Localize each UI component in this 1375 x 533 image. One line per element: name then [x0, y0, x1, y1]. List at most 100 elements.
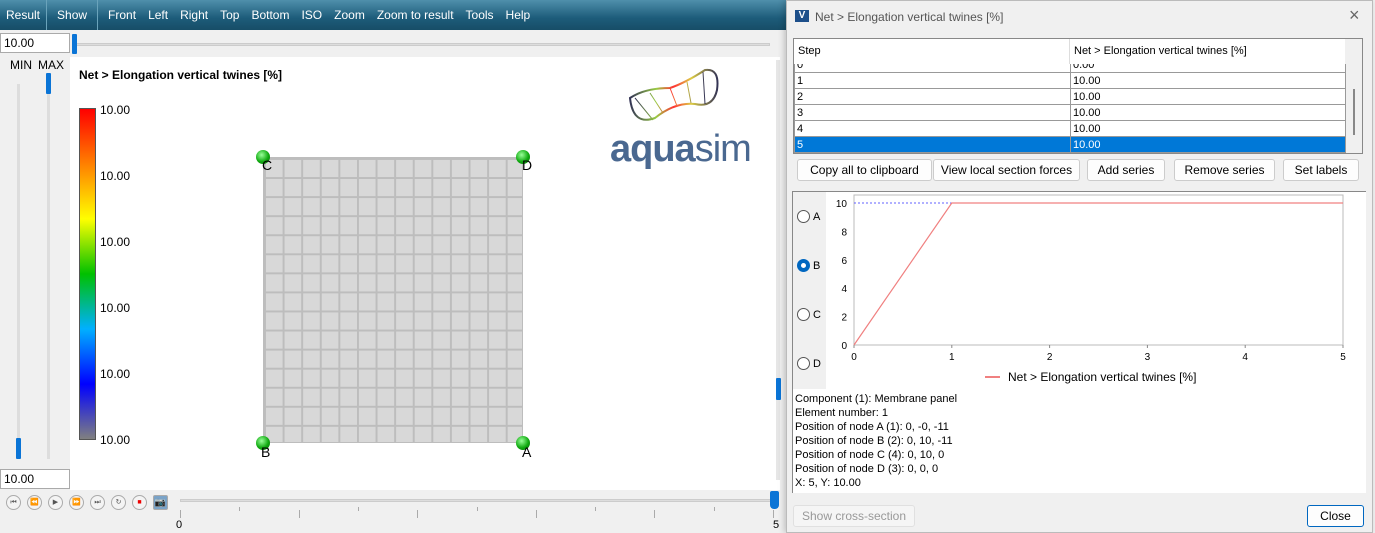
node-radio-group: A B C D [793, 192, 826, 389]
result-title: Net > Elongation vertical twines [%] [79, 68, 283, 82]
loop-icon[interactable]: ↻ [111, 495, 126, 510]
cell-step: 0 [794, 64, 1071, 73]
info-line: Component (1): Membrane panel [795, 393, 958, 405]
timeline-tick [476, 507, 478, 511]
cell-value: 10.00 [1070, 104, 1346, 121]
legend-value: 10.00 [100, 367, 131, 381]
timeline-start-label: 0 [176, 519, 183, 531]
record-icon[interactable]: ■ [132, 495, 147, 510]
rewind-icon[interactable]: ⏪ [27, 495, 42, 510]
x-tick-label: 5 [1340, 352, 1346, 363]
legend-value: 10.00 [100, 169, 131, 183]
info-line: Position of node A (1): 0, -0, -11 [795, 421, 949, 433]
play-icon[interactable]: ▶ [48, 495, 63, 510]
camera-icon[interactable]: 📷 [153, 495, 168, 510]
timeline-tick [298, 510, 300, 518]
radio-button[interactable] [797, 357, 810, 371]
cell-value: 10.00 [1070, 72, 1346, 89]
x-tick-label: 4 [1242, 352, 1248, 363]
table-row[interactable]: 0 0.00 [794, 64, 1346, 73]
timeline-tick [535, 510, 537, 518]
fast-forward-icon[interactable]: ⏩ [69, 495, 84, 510]
radio-c[interactable]: C [797, 307, 821, 322]
top-slider-track[interactable] [74, 43, 770, 46]
radio-button[interactable] [797, 259, 810, 273]
menu-help[interactable]: Help [500, 0, 537, 30]
min-slider-thumb[interactable] [16, 438, 21, 459]
table-body: 0 0.00 1 10.00 2 10.00 3 10.00 4 10.00 5 10.00 [794, 64, 1346, 153]
radio-button[interactable] [797, 308, 810, 322]
timeline-tick [239, 507, 241, 511]
node-label: C [262, 157, 273, 173]
column-header-value[interactable]: Net > Elongation vertical twines [%] [1070, 39, 1251, 64]
legend-value: 10.00 [100, 235, 131, 249]
node-label: A [522, 444, 532, 460]
menu-result[interactable]: Result [0, 0, 46, 30]
cell-step: 3 [794, 104, 1071, 121]
y-tick-label: 0 [841, 341, 847, 352]
cell-step: 1 [794, 72, 1071, 89]
column-header-step[interactable]: Step [794, 39, 1070, 64]
max-slider-thumb[interactable] [46, 73, 51, 94]
table-row[interactable]: 1 10.00 [794, 72, 1346, 89]
table-scrollbar[interactable] [1353, 89, 1355, 135]
close-icon[interactable]: × [1349, 5, 1360, 26]
color-legend-bar [79, 108, 96, 440]
radio-label: C [813, 309, 821, 321]
add-series-button[interactable]: Add series [1087, 159, 1165, 181]
min-label: MIN [10, 58, 32, 72]
timeline-tick [357, 507, 359, 511]
view-local-section-forces-button[interactable]: View local section forces [933, 159, 1080, 181]
show-cross-section-button[interactable]: Show cross-section [793, 505, 915, 527]
radio-label: D [813, 358, 821, 370]
app-icon: V [795, 10, 809, 22]
menu-iso[interactable]: ISO [295, 0, 328, 30]
radio-button[interactable] [797, 210, 810, 224]
playback-controls: ⏮ ⏪ ▶ ⏩ ⏭ ↻ ■ 📷 [6, 495, 168, 510]
max-slider-track[interactable] [47, 84, 50, 459]
radio-b[interactable]: B [797, 258, 820, 273]
set-labels-button[interactable]: Set labels [1283, 159, 1359, 181]
viewport-scrollbar[interactable] [776, 60, 780, 480]
close-button[interactable]: Close [1307, 505, 1364, 527]
radio-a[interactable]: A [797, 209, 821, 224]
legend-value: 10.00 [100, 103, 131, 117]
menu-tools[interactable]: Tools [460, 0, 500, 30]
copy-all-button[interactable]: Copy all to clipboard [797, 159, 932, 181]
menu-front[interactable]: Front [98, 0, 142, 30]
menu-zoom[interactable]: Zoom [328, 0, 371, 30]
menu-top[interactable]: Top [214, 0, 245, 30]
menu-zoom-to-result[interactable]: Zoom to result [371, 0, 460, 30]
dialog-title: Net > Elongation vertical twines [%] [815, 10, 1004, 24]
timeline-tick [654, 510, 656, 518]
radio-label: A [813, 211, 821, 223]
table-row[interactable]: 4 10.00 [794, 120, 1346, 137]
top-value-input[interactable]: 10.00 [0, 33, 70, 53]
menu-show[interactable]: Show [47, 0, 97, 30]
table-row[interactable]: 2 10.00 [794, 88, 1346, 105]
history-chart[interactable]: 0 1 2 3 4 5 0 2 4 6 8 10 Net > Elongation vertical t… [827, 192, 1367, 389]
info-line: Position of node B (2): 0, 10, -11 [795, 435, 953, 447]
node-label: B [261, 444, 271, 460]
first-icon[interactable]: ⏮ [6, 495, 21, 510]
cell-step: 5 [794, 136, 1071, 153]
menu-left[interactable]: Left [142, 0, 174, 30]
viewport-scroll-thumb[interactable] [776, 378, 781, 400]
timeline-thumb[interactable] [770, 491, 779, 509]
radio-d[interactable]: D [797, 356, 821, 371]
aquasim-logo: aquasim [610, 128, 752, 170]
min-slider-track[interactable] [17, 84, 20, 459]
menu-right[interactable]: Right [174, 0, 214, 30]
legend-value: 10.00 [100, 301, 131, 315]
y-tick-label: 10 [836, 199, 848, 210]
membrane-panel-mesh[interactable] [263, 157, 523, 443]
bottom-value-input[interactable]: 10.00 [0, 469, 70, 489]
menu-bottom[interactable]: Bottom [245, 0, 295, 30]
last-icon[interactable]: ⏭ [90, 495, 105, 510]
toolbar: Result Show Front Left Right Top Bottom … [0, 0, 786, 30]
remove-series-button[interactable]: Remove series [1174, 159, 1275, 181]
top-slider-thumb[interactable] [72, 34, 77, 54]
timeline-track[interactable] [180, 499, 773, 502]
table-row[interactable]: 3 10.00 [794, 104, 1346, 121]
table-row[interactable]: 5 10.00 [794, 136, 1346, 153]
